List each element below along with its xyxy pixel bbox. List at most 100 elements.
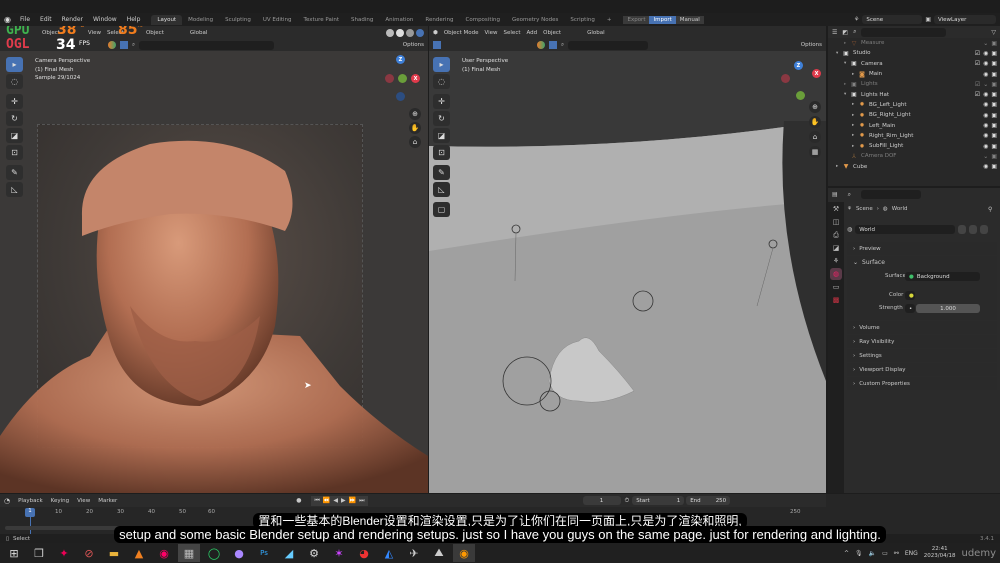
outliner-row[interactable]: ▸ ▽ Measure ⌄ ▣ bbox=[828, 38, 1000, 48]
tab-shading[interactable]: Shading bbox=[345, 15, 379, 25]
start-frame-field[interactable]: Start 1 bbox=[632, 496, 685, 505]
shading-material-icon[interactable] bbox=[406, 28, 414, 37]
panel-custom-properties[interactable]: › Custom Properties bbox=[847, 377, 997, 390]
menu-view[interactable]: View bbox=[88, 30, 101, 36]
exclude-checkbox[interactable]: ☑ bbox=[975, 60, 980, 67]
display-icon[interactable]: ▭ bbox=[882, 550, 888, 557]
outliner-row[interactable]: ▸ ✹ Left_Main ◉ ▣ bbox=[828, 120, 1000, 130]
outliner-row[interactable]: ▸ ✹ BG_Right_Light ◉ ▣ bbox=[828, 110, 1000, 120]
outliner-row[interactable]: ▸ ✹ Right_Rim_Light ◉ ▣ bbox=[828, 131, 1000, 141]
outliner-row[interactable]: ▸ ▼ Cube ◉ ▣ bbox=[828, 162, 1000, 172]
scene-selector[interactable]: Scene bbox=[862, 15, 923, 24]
camera-viewport[interactable]: Object View Select Object Global ⌕ Optio… bbox=[0, 26, 428, 493]
gizmo-z-axis[interactable]: Z bbox=[794, 61, 803, 70]
visibility-eye-icon[interactable]: ⌄ bbox=[983, 81, 988, 88]
exclude-checkbox[interactable]: ☑ bbox=[975, 50, 980, 57]
selectable-icon[interactable] bbox=[549, 41, 557, 49]
render-camera-icon[interactable]: ▣ bbox=[991, 163, 997, 170]
scene-icon[interactable]: ⚘ bbox=[854, 16, 859, 23]
tab-sculpting[interactable]: Sculpting bbox=[219, 15, 257, 25]
selectable-icon[interactable] bbox=[120, 41, 128, 49]
menu-select[interactable]: Select bbox=[504, 30, 521, 36]
scale-tool[interactable]: ◪ bbox=[6, 128, 23, 143]
app-icon-6[interactable]: ◕ bbox=[353, 544, 375, 562]
visibility-eye-icon[interactable]: ◉ bbox=[983, 163, 988, 170]
annotate-tool[interactable]: ✎ bbox=[6, 165, 23, 180]
keying-menu[interactable]: Keying bbox=[47, 498, 73, 504]
render-camera-icon[interactable]: ▣ bbox=[991, 153, 997, 160]
gizmo-x-axis[interactable]: X bbox=[411, 74, 420, 83]
settings-icon[interactable]: ⚙ bbox=[303, 544, 325, 562]
app-icon-5[interactable]: ✶ bbox=[328, 544, 350, 562]
end-frame-field[interactable]: End 250 bbox=[686, 496, 731, 505]
app-icon-4[interactable]: ◢ bbox=[278, 544, 300, 562]
filter-icon[interactable] bbox=[108, 41, 116, 49]
app-icon-1[interactable]: ✦ bbox=[53, 544, 75, 562]
texture-tab-icon[interactable]: ▩ bbox=[830, 294, 842, 306]
gizmo-y-axis[interactable] bbox=[796, 91, 805, 100]
perspective-toggle-icon[interactable]: ▦ bbox=[809, 146, 821, 158]
scale-tool[interactable]: ◪ bbox=[433, 128, 450, 143]
play-icon[interactable]: ▶ bbox=[341, 497, 346, 505]
transform-orientation[interactable]: Global bbox=[587, 30, 605, 36]
viewlayer-icon[interactable]: ▣ bbox=[925, 16, 931, 23]
render-camera-icon[interactable]: ▣ bbox=[991, 71, 997, 78]
menu-object[interactable]: Object bbox=[543, 30, 561, 36]
app-icon-3[interactable]: ● bbox=[228, 544, 250, 562]
render-camera-icon[interactable]: ▣ bbox=[991, 143, 997, 150]
view-menu[interactable]: View bbox=[73, 498, 94, 504]
app-icon-8[interactable]: ⛰ bbox=[428, 544, 450, 562]
visibility-eye-icon[interactable]: ⌄ bbox=[983, 40, 988, 47]
render-camera-icon[interactable]: ▣ bbox=[991, 91, 997, 98]
move-tool[interactable]: ✛ bbox=[6, 94, 23, 109]
gizmo-y-axis[interactable] bbox=[398, 74, 407, 83]
render-camera-icon[interactable]: ▣ bbox=[991, 81, 997, 88]
whatsapp-icon[interactable]: ◯ bbox=[203, 544, 225, 562]
export-button[interactable]: Export bbox=[623, 15, 650, 24]
annotate-tool[interactable]: ✎ bbox=[433, 165, 450, 180]
world-browse-icon[interactable]: ◍ bbox=[847, 226, 852, 233]
add-cube-tool[interactable]: ▢ bbox=[433, 202, 450, 217]
menu-add[interactable]: Add bbox=[527, 30, 538, 36]
tab-compositing[interactable]: Compositing bbox=[460, 15, 506, 25]
gizmo-neg-z-axis[interactable] bbox=[396, 92, 405, 101]
strength-field[interactable]: 1.000 bbox=[916, 304, 980, 313]
editor-type-icon[interactable]: ⬢ bbox=[433, 30, 438, 36]
panel-settings[interactable]: › Settings bbox=[847, 349, 997, 362]
tray-chevron-icon[interactable]: ^ bbox=[844, 550, 849, 557]
menu-help[interactable]: Help bbox=[122, 16, 146, 23]
scene-tab-icon[interactable]: ⚘ bbox=[830, 255, 842, 267]
prev-keyframe-icon[interactable]: ⏪ bbox=[323, 497, 330, 505]
pan-view-icon[interactable]: ✋ bbox=[809, 116, 821, 128]
render-camera-icon[interactable]: ▣ bbox=[991, 50, 997, 57]
world-name-field[interactable]: World bbox=[855, 225, 956, 234]
clock[interactable]: 22:41 2023/04/18 bbox=[924, 546, 956, 560]
app-icon-7[interactable]: ✈ bbox=[403, 544, 425, 562]
tab-uv-editing[interactable]: UV Editing bbox=[257, 15, 298, 25]
visibility-eye-icon[interactable]: ◉ bbox=[983, 71, 988, 78]
transform-tool[interactable]: ⊡ bbox=[433, 145, 450, 160]
outliner-row[interactable]: ⅄ CAmera DOF ⌄ ▣ bbox=[828, 151, 1000, 161]
panel-surface-header[interactable]: ⌄ Surface bbox=[847, 256, 997, 269]
marker-menu[interactable]: Marker bbox=[94, 498, 121, 504]
panel-volume[interactable]: › Volume bbox=[847, 321, 997, 334]
gizmo-z-axis[interactable]: Z bbox=[396, 55, 405, 64]
render-camera-icon[interactable]: ▣ bbox=[991, 112, 997, 119]
microphone-icon[interactable]: 🎙 bbox=[855, 550, 863, 557]
jump-start-icon[interactable]: ⏮ bbox=[314, 497, 319, 505]
move-tool[interactable]: ✛ bbox=[433, 94, 450, 109]
app-icon-2[interactable]: ⊘ bbox=[78, 544, 100, 562]
tab-rendering[interactable]: Rendering bbox=[419, 15, 459, 25]
tab-geometry-nodes[interactable]: Geometry Nodes bbox=[506, 15, 564, 25]
user-viewport[interactable]: ⬢ Object Mode View Select Add Object Glo… bbox=[429, 26, 826, 493]
windows-start-icon[interactable]: ⊞ bbox=[3, 544, 25, 562]
panel-viewport-display[interactable]: › Viewport Display bbox=[847, 363, 997, 376]
visibility-eye-icon[interactable]: ◉ bbox=[983, 122, 988, 129]
network-icon[interactable]: ⚯ bbox=[894, 550, 899, 557]
viewlayer-selector[interactable]: ViewLayer bbox=[934, 15, 996, 24]
gizmo-neg-x-axis[interactable] bbox=[385, 74, 394, 83]
view-layer-tab-icon[interactable]: ◪ bbox=[830, 242, 842, 254]
current-frame-field[interactable]: 1 bbox=[582, 496, 621, 505]
visibility-eye-icon[interactable]: ⌄ bbox=[983, 153, 988, 160]
filter-view-icon[interactable]: ◩ bbox=[842, 29, 848, 36]
